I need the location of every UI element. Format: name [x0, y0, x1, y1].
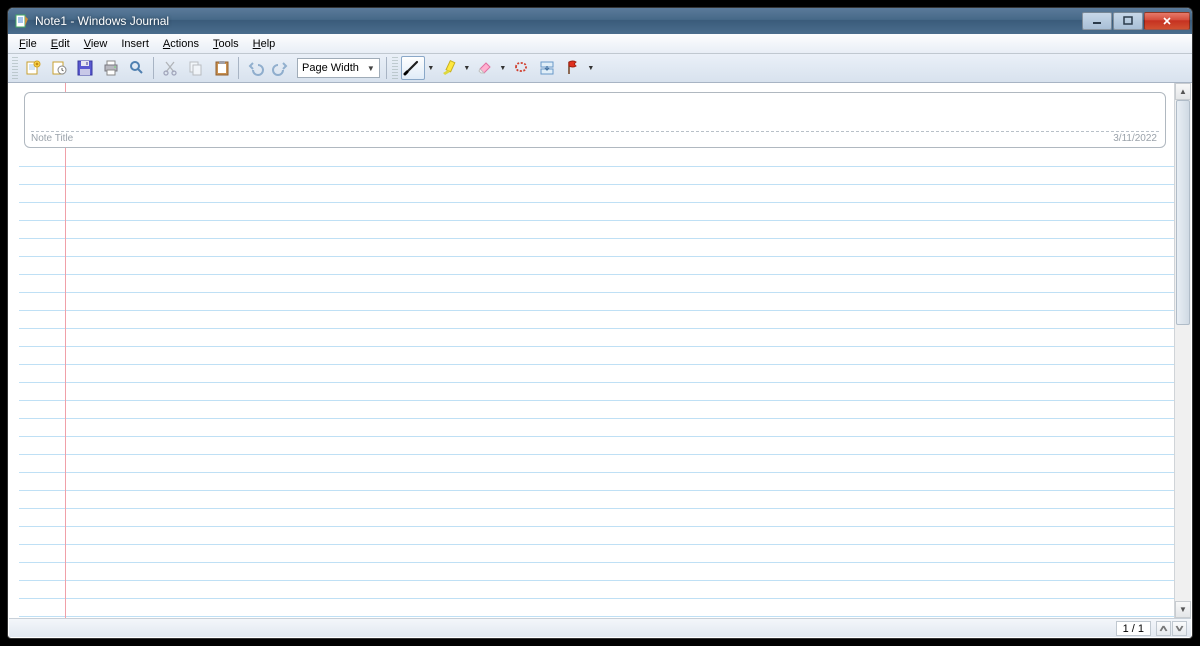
highlighter-dropdown[interactable]: ▼: [462, 56, 472, 80]
menu-edit[interactable]: Edit: [44, 36, 77, 52]
scroll-thumb[interactable]: [1176, 100, 1190, 325]
margin-line: [65, 83, 66, 618]
next-page-button[interactable]: [1172, 621, 1187, 636]
close-button[interactable]: [1144, 12, 1190, 30]
eraser-dropdown[interactable]: ▼: [498, 56, 508, 80]
menu-help[interactable]: Help: [246, 36, 283, 52]
toolbar-separator: [153, 57, 154, 79]
window-controls: [1082, 12, 1190, 30]
menu-view[interactable]: View: [77, 36, 115, 52]
toolbar: Page Width ▼ ▼ ▼ ▼: [8, 54, 1192, 83]
ruled-lines: [19, 149, 1174, 618]
zoom-combo[interactable]: Page Width ▼: [297, 58, 380, 78]
redo-button[interactable]: [269, 56, 293, 80]
scroll-up-button[interactable]: ▲: [1175, 83, 1191, 100]
maximize-button[interactable]: [1113, 12, 1143, 30]
note-date: 3/11/2022: [1113, 133, 1157, 144]
pen-dropdown[interactable]: ▼: [426, 56, 436, 80]
note-page[interactable]: Note Title 3/11/2022: [19, 83, 1174, 618]
flag-tool-button[interactable]: [561, 56, 585, 80]
save-button[interactable]: [73, 56, 97, 80]
scroll-track[interactable]: [1175, 100, 1191, 601]
toolbar-separator: [238, 57, 239, 79]
menu-actions[interactable]: Actions: [156, 36, 206, 52]
dropdown-arrow-icon: ▼: [367, 64, 375, 73]
vertical-scrollbar[interactable]: ▲ ▼: [1174, 83, 1191, 618]
menu-tools[interactable]: Tools: [206, 36, 246, 52]
menu-insert[interactable]: Insert: [114, 36, 156, 52]
menu-file[interactable]: File: [12, 36, 44, 52]
title-separator: [31, 131, 1159, 132]
toolbar-handle[interactable]: [12, 57, 18, 79]
insert-space-button[interactable]: [535, 56, 559, 80]
app-window: Note1 - Windows Journal File Edit View I…: [7, 7, 1193, 639]
note-title-box[interactable]: Note Title 3/11/2022: [24, 92, 1166, 148]
new-note-button[interactable]: [21, 56, 45, 80]
selection-tool-button[interactable]: [509, 56, 533, 80]
paste-button[interactable]: [210, 56, 234, 80]
highlighter-tool-button[interactable]: [437, 56, 461, 80]
find-button[interactable]: [125, 56, 149, 80]
window-title: Note1 - Windows Journal: [35, 14, 1082, 28]
menu-bar: File Edit View Insert Actions Tools Help: [8, 34, 1192, 54]
flag-dropdown[interactable]: ▼: [586, 56, 596, 80]
page-indicator[interactable]: 1 / 1: [1116, 621, 1151, 636]
print-button[interactable]: [99, 56, 123, 80]
cut-button[interactable]: [158, 56, 182, 80]
toolbar-separator: [386, 57, 387, 79]
open-recent-button[interactable]: [47, 56, 71, 80]
scroll-down-button[interactable]: ▼: [1175, 601, 1191, 618]
note-title-placeholder: Note Title: [31, 133, 73, 144]
prev-page-button[interactable]: [1156, 621, 1171, 636]
status-bar: 1 / 1: [9, 618, 1191, 637]
minimize-button[interactable]: [1082, 12, 1112, 30]
app-icon: [14, 13, 30, 29]
undo-button[interactable]: [243, 56, 267, 80]
copy-button[interactable]: [184, 56, 208, 80]
zoom-combo-value: Page Width: [302, 62, 359, 74]
title-bar[interactable]: Note1 - Windows Journal: [8, 8, 1192, 34]
workspace: Note Title 3/11/2022: [9, 83, 1174, 618]
eraser-tool-button[interactable]: [473, 56, 497, 80]
toolbar-handle[interactable]: [392, 57, 398, 79]
pen-tool-button[interactable]: [401, 56, 425, 80]
